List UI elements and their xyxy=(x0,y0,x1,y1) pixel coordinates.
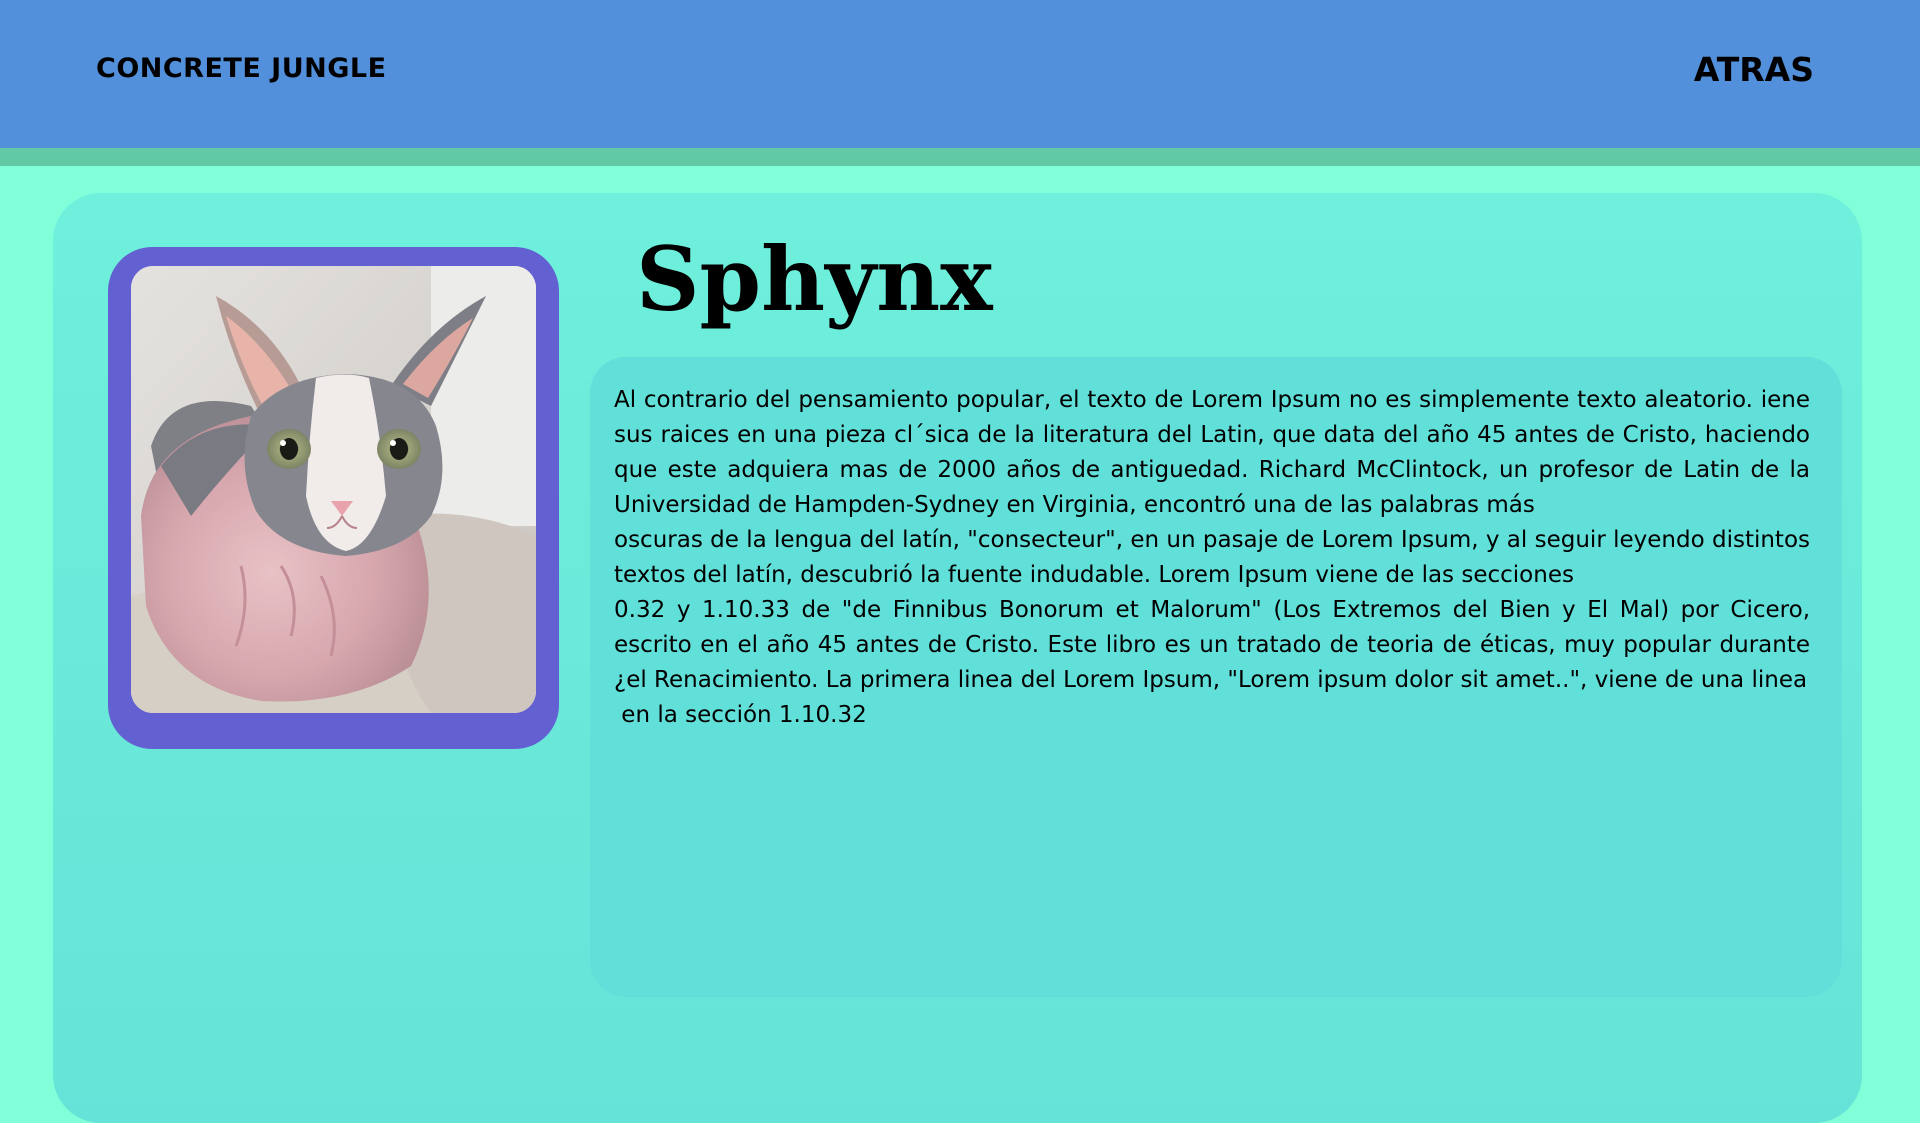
breed-description: Al contrario del pensamiento popular, el… xyxy=(614,383,1810,733)
description-paragraph: oscuras de la lengua del latín, "consect… xyxy=(614,527,1810,588)
breed-title: Sphynx xyxy=(636,227,993,331)
description-paragraph: 0.32 y 1.10.33 de "de Finnibus Bonorum e… xyxy=(614,597,1810,693)
description-panel: Al contrario del pensamiento popular, el… xyxy=(590,357,1842,997)
back-button[interactable]: ATRAS xyxy=(1694,50,1814,89)
top-header: CONCRETE JUNGLE ATRAS xyxy=(0,0,1920,148)
header-divider-stripe xyxy=(0,148,1920,166)
brand-logo-text[interactable]: CONCRETE JUNGLE xyxy=(96,53,387,84)
description-paragraph: Al contrario del pensamiento popular, el… xyxy=(614,387,1810,518)
sphynx-cat-image xyxy=(131,266,536,713)
description-paragraph: en la sección 1.10.32 xyxy=(614,702,867,728)
breed-photo xyxy=(131,266,536,713)
breed-photo-frame xyxy=(108,247,559,749)
